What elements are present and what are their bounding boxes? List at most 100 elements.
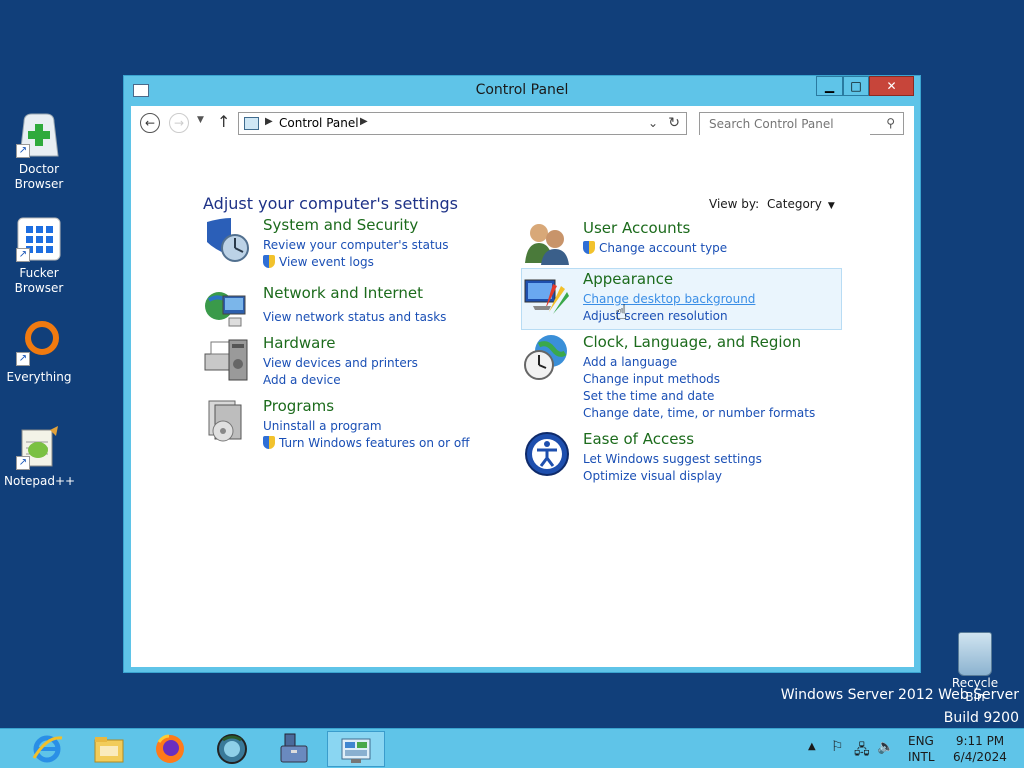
printer-icon[interactable] — [203, 334, 251, 382]
up-button[interactable]: ↑ — [217, 112, 230, 131]
link-let-windows-suggest[interactable]: Let Windows suggest settings — [583, 451, 762, 468]
network-icon[interactable]: 🖧 — [854, 739, 870, 768]
breadcrumb-chevron-icon[interactable]: ▶ — [360, 116, 368, 127]
link-text: View event logs — [279, 255, 374, 269]
link-text: Turn Windows features on or off — [279, 436, 470, 450]
category-title[interactable]: Ease of Access — [583, 430, 694, 448]
navigation-bar: ← → ▼ ↑ ▶ Control Panel ▶ ⌄ ↻ ⚲ — [131, 106, 914, 142]
link-uninstall-program[interactable]: Uninstall a program — [263, 418, 470, 435]
desktop-icon-label: Fucker Browser — [14, 266, 64, 295]
hand-pointer-cursor-icon: ☝ — [615, 300, 628, 324]
chevron-down-icon: ▼ — [827, 201, 835, 211]
minimize-button[interactable]: ▁ — [816, 76, 843, 96]
appearance-monitor-icon[interactable] — [523, 270, 571, 318]
link-change-desktop-background[interactable]: Change desktop background — [583, 291, 755, 308]
category-title[interactable]: Clock, Language, and Region — [583, 333, 801, 351]
control-panel-content: ← → ▼ ↑ ▶ Control Panel ▶ ⌄ ↻ ⚲ Adjust y… — [131, 106, 914, 667]
notepad-plus-plus-icon: ↗ — [16, 424, 62, 470]
desktop-icon-doctor-browser[interactable]: ↗ Doctor Browser — [4, 112, 74, 192]
security-shield-icon[interactable] — [203, 216, 251, 264]
watermark-edition: Windows Server 2012 Web Server — [780, 687, 1019, 703]
link-view-event-logs[interactable]: View event logs — [263, 254, 449, 271]
network-globe-icon[interactable] — [203, 284, 251, 332]
users-icon[interactable] — [523, 219, 571, 267]
shortcut-arrow-icon: ↗ — [16, 352, 30, 366]
link-view-devices-printers[interactable]: View devices and printers — [263, 355, 418, 372]
taskbar-server-manager[interactable] — [265, 731, 323, 767]
view-by-value: Category — [767, 197, 822, 211]
maximize-button[interactable]: □ — [843, 76, 869, 96]
link-add-device[interactable]: Add a device — [263, 372, 418, 389]
ease-of-access-icon[interactable] — [523, 430, 571, 478]
refresh-icon[interactable]: ↻ — [668, 115, 680, 131]
uac-shield-icon — [583, 241, 595, 254]
clock-time: 9:11 PM — [955, 734, 1005, 748]
taskbar-firefox[interactable] — [141, 731, 199, 767]
taskbar-internet-explorer[interactable] — [18, 731, 76, 767]
link-change-account-type[interactable]: Change account type — [583, 240, 727, 257]
search-box[interactable]: ⚲ — [699, 112, 904, 135]
folder-icon — [94, 737, 124, 763]
shortcut-arrow-icon: ↗ — [16, 456, 30, 470]
view-by-label: View by: — [709, 197, 760, 211]
programs-icon[interactable] — [203, 397, 251, 445]
doctor-browser-icon: ↗ — [16, 112, 62, 158]
show-hidden-icons-button[interactable]: ▲ — [808, 741, 816, 768]
shortcut-arrow-icon: ↗ — [16, 144, 30, 158]
breadcrumb-chevron-icon[interactable]: ▶ — [265, 116, 273, 127]
link-view-network-status[interactable]: View network status and tasks — [263, 309, 446, 326]
taskbar-file-explorer[interactable] — [80, 731, 138, 767]
clock-globe-icon[interactable] — [523, 333, 571, 381]
server-manager-icon — [280, 733, 308, 763]
search-input[interactable] — [700, 113, 870, 135]
link-windows-features[interactable]: Turn Windows features on or off — [263, 435, 470, 452]
close-button[interactable]: ✕ — [869, 76, 914, 96]
desktop-icon-fucker-browser[interactable]: ↗ Fucker Browser — [4, 216, 74, 296]
internet-explorer-icon — [32, 735, 63, 763]
category-title[interactable]: Appearance — [583, 270, 673, 288]
everything-icon: ↗ — [16, 320, 62, 366]
language-code: ENG — [908, 734, 934, 748]
link-optimize-visual-display[interactable]: Optimize visual display — [583, 468, 762, 485]
recycle-bin-icon — [958, 632, 992, 676]
link-set-time-date[interactable]: Set the time and date — [583, 388, 815, 405]
link-adjust-screen-resolution[interactable]: Adjust screen resolution — [583, 308, 755, 325]
desktop-icon-label: Notepad++ — [4, 474, 76, 488]
control-panel-icon — [244, 117, 259, 130]
link-text: Change account type — [599, 241, 728, 255]
address-dropdown-icon[interactable]: ⌄ — [648, 116, 658, 130]
view-by-dropdown[interactable]: Category ▼ — [767, 197, 835, 211]
recent-locations-dropdown[interactable]: ▼ — [197, 115, 204, 125]
language-indicator[interactable]: ENG INTL — [908, 733, 935, 768]
desktop-icon-notepadpp[interactable]: ↗ Notepad++ — [4, 424, 76, 489]
forward-button[interactable]: → — [169, 113, 189, 133]
link-review-computer-status[interactable]: Review your computer's status — [263, 237, 449, 254]
os-watermark: Windows Server 2012 Web Server Build 920… — [781, 684, 1019, 730]
category-title[interactable]: Programs — [263, 397, 334, 415]
link-add-language[interactable]: Add a language — [583, 354, 815, 371]
taskbar-browser-globe[interactable] — [203, 731, 261, 767]
fucker-browser-icon: ↗ — [16, 216, 62, 262]
back-button[interactable]: ← — [140, 113, 160, 133]
breadcrumb[interactable]: Control Panel — [279, 116, 359, 130]
category-title[interactable]: Network and Internet — [263, 284, 423, 302]
desktop-icon-everything[interactable]: ↗ Everything — [4, 320, 74, 385]
link-change-input-methods[interactable]: Change input methods — [583, 371, 815, 388]
globe-browser-icon — [217, 734, 247, 764]
category-title[interactable]: User Accounts — [583, 219, 690, 237]
title-bar[interactable]: Control Panel ▁ □ ✕ — [124, 76, 920, 106]
link-change-formats[interactable]: Change date, time, or number formats — [583, 405, 815, 422]
search-icon[interactable]: ⚲ — [886, 116, 895, 130]
control-panel-icon — [341, 738, 371, 763]
taskbar-control-panel[interactable] — [327, 731, 385, 767]
system-clock[interactable]: 9:11 PM 6/4/2024 — [950, 733, 1010, 768]
taskbar: ▲ ⚐ 🖧 🔈 ENG INTL 9:11 PM 6/4/2024 — [0, 728, 1024, 768]
volume-icon[interactable]: 🔈 — [877, 739, 894, 768]
address-bar[interactable]: ▶ Control Panel ▶ ⌄ ↻ — [238, 112, 687, 135]
window-title: Control Panel — [475, 82, 569, 98]
action-center-flag-icon[interactable]: ⚐ — [831, 739, 844, 768]
category-title[interactable]: Hardware — [263, 334, 335, 352]
category-title[interactable]: System and Security — [263, 216, 418, 234]
keyboard-layout: INTL — [908, 750, 935, 764]
control-panel-window: Control Panel ▁ □ ✕ ← → ▼ ↑ ▶ Control Pa… — [123, 75, 921, 673]
